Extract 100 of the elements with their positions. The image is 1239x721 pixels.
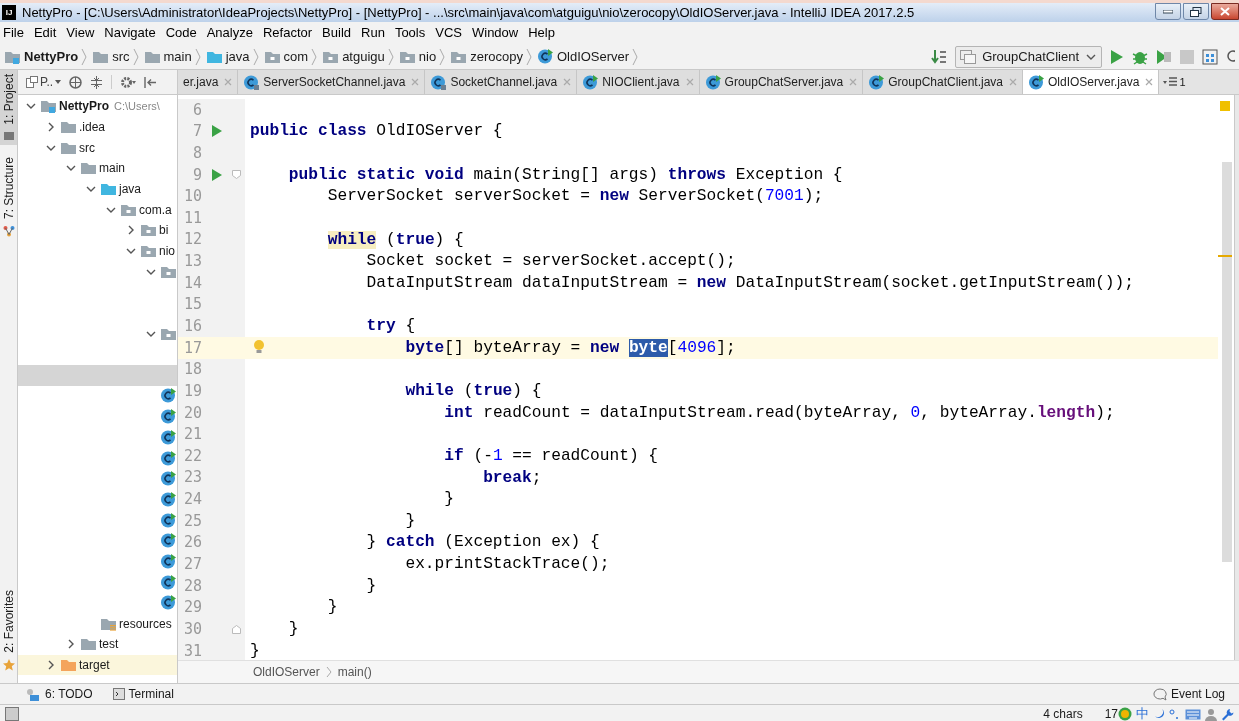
runnable-class-icon <box>160 532 177 550</box>
coverage-icon[interactable] <box>1156 48 1172 65</box>
user-icon[interactable] <box>1205 707 1217 721</box>
line-number: 11 <box>182 207 202 229</box>
tree-item-label[interactable]: com.a <box>139 200 172 219</box>
menu-item[interactable]: Tools <box>394 23 426 43</box>
ime-mode[interactable]: 中 <box>1136 707 1149 721</box>
editor-tab[interactable]: er.java <box>178 70 239 94</box>
tool-window-tab[interactable]: 2: Favorites <box>0 586 17 675</box>
code-line: } <box>250 640 260 660</box>
runnable-class-icon <box>1028 73 1045 91</box>
class-file-icon <box>243 73 261 91</box>
hide-panel-icon[interactable] <box>144 75 158 89</box>
lightbulb-icon[interactable] <box>253 339 265 356</box>
fold-end-icon[interactable] <box>232 624 241 634</box>
punctuation-icon[interactable] <box>1169 708 1181 720</box>
editor-tab[interactable]: ServerSocketChannel.java <box>238 70 426 94</box>
fold-start-icon[interactable] <box>232 170 241 180</box>
tree-item-label[interactable]: resources <box>119 614 172 633</box>
menu-item[interactable]: Window <box>471 23 519 43</box>
tree-item-label[interactable]: nio <box>159 242 175 261</box>
tool-window-button[interactable]: 6: TODO <box>26 685 93 703</box>
keyboard-icon[interactable] <box>1185 708 1201 720</box>
run-gutter-icon[interactable] <box>212 125 222 138</box>
menu-item[interactable]: Refactor <box>262 23 313 43</box>
tool-windows-toggle-icon[interactable] <box>5 707 19 721</box>
code-line: DataInputStream dataInputStream = new DataInputStream(socket.getInputStream()); <box>365 272 1134 294</box>
breadcrumb-item[interactable]: NettyPro <box>24 46 79 67</box>
restore-button[interactable] <box>1183 3 1209 20</box>
breadcrumb-item[interactable]: src <box>112 46 130 67</box>
menu-item[interactable]: VCS <box>435 23 462 43</box>
tree-item-label[interactable]: java <box>119 180 141 199</box>
tree-item-label[interactable]: bi <box>159 221 169 240</box>
run-config-dropdown[interactable]: GroupChatClient <box>955 45 1102 68</box>
tree-item-label[interactable]: NettyPro <box>59 97 109 116</box>
editor-tab[interactable]: NIOClient.java <box>577 70 700 94</box>
tree-item-label[interactable]: test <box>99 635 119 654</box>
runnable-class-icon <box>160 511 177 529</box>
menu-item[interactable]: Edit <box>33 23 57 43</box>
code-line: if (-1 == readCount) { <box>443 445 659 467</box>
tree-item-label[interactable]: .idea <box>79 118 106 137</box>
code-line: public static void main(String[] args) throws Exception { <box>287 164 843 186</box>
menu-item[interactable]: Navigate <box>104 23 156 43</box>
class-file-icon <box>430 73 448 91</box>
tab-overflow-button[interactable]: 1 <box>1159 70 1190 94</box>
collapse-all-icon[interactable] <box>90 75 104 89</box>
editor-tab[interactable]: OldIOServer.java <box>1023 70 1160 94</box>
code-line: } <box>287 619 299 641</box>
breadcrumb-item[interactable]: com <box>283 46 309 67</box>
close-button[interactable] <box>1211 3 1239 20</box>
line-number: 30 <box>182 618 202 640</box>
close-icon[interactable] <box>1145 78 1154 86</box>
menu-item[interactable]: Analyze <box>206 23 253 43</box>
tool-window-button[interactable]: Terminal <box>112 685 174 703</box>
menu-item[interactable]: Build <box>322 23 351 43</box>
sort-icon[interactable] <box>931 48 948 65</box>
menu-item[interactable]: Run <box>361 23 385 43</box>
scrollbar-track[interactable] <box>1222 162 1232 562</box>
breadcrumb-item[interactable]: zerocopy <box>470 46 523 67</box>
event-log-button[interactable]: Event Log <box>1152 685 1225 703</box>
editor-tab[interactable]: GroupChatClient.java <box>863 70 1023 94</box>
ime-logo-icon[interactable] <box>1118 707 1132 721</box>
run-gutter-icon[interactable] <box>212 168 222 181</box>
close-icon[interactable] <box>224 78 233 86</box>
line-number: 12 <box>182 229 202 251</box>
tool-window-tab[interactable]: 1: Project <box>0 70 17 145</box>
close-icon[interactable] <box>1009 78 1017 86</box>
tree-item-label[interactable]: main <box>99 159 125 178</box>
menu-item[interactable]: Help <box>528 23 555 43</box>
tool-window-tab[interactable]: 7: Structure <box>0 152 17 241</box>
editor-tab[interactable]: GroupChatServer.java <box>699 70 864 94</box>
folder-icon <box>60 119 77 136</box>
close-icon[interactable] <box>849 78 858 86</box>
breadcrumb-item[interactable]: nio <box>418 46 437 67</box>
wrench-icon[interactable] <box>1221 707 1234 721</box>
breadcrumb-item[interactable]: java <box>225 46 250 67</box>
menu-item[interactable]: File <box>3 23 24 43</box>
project-structure-icon[interactable] <box>1202 48 1218 65</box>
breadcrumb-item[interactable]: OldIOServer <box>556 46 630 67</box>
close-icon[interactable] <box>563 78 572 86</box>
menu-item[interactable]: View <box>66 23 95 43</box>
menu-item[interactable]: Code <box>165 23 197 43</box>
breadcrumb-item[interactable]: main <box>163 46 192 67</box>
view-selector[interactable]: P.. <box>26 73 62 91</box>
editor-tab[interactable]: SocketChannel.java <box>425 70 578 94</box>
run-icon[interactable] <box>1110 48 1124 65</box>
tree-item-label[interactable]: target <box>79 655 110 674</box>
line-number: 19 <box>182 380 202 402</box>
code-line: } <box>404 510 416 532</box>
breadcrumb-item[interactable]: OldIOServer <box>253 663 320 681</box>
search-icon[interactable] <box>1226 48 1235 65</box>
locate-icon[interactable] <box>69 75 83 89</box>
breadcrumb-item[interactable]: atguigu <box>342 46 385 67</box>
close-icon[interactable] <box>685 78 694 86</box>
close-icon[interactable] <box>411 78 420 86</box>
runnable-class-icon <box>160 408 177 426</box>
settings-icon[interactable] <box>120 75 137 89</box>
breadcrumb-item[interactable]: main() <box>337 663 372 681</box>
runnable-class-icon <box>582 73 600 91</box>
tree-item-label[interactable]: src <box>79 138 95 157</box>
